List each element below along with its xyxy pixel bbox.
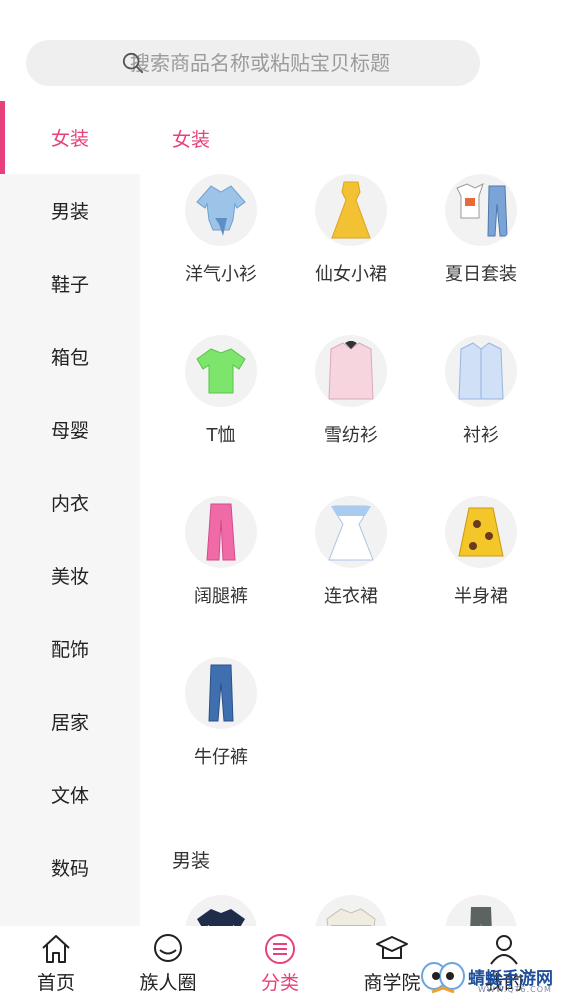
nav-home[interactable]: 首页 — [0, 926, 112, 999]
category-label: 夏日套装 — [445, 264, 517, 285]
nav-label: 首页 — [36, 972, 75, 994]
category-item[interactable]: 阔腿裤 — [166, 496, 276, 608]
category-content: 女装 洋气小衫 仙女小裙 夏日套装 T恤 雪纺衫 衬衫 阔腿裤 连衣裙 半身裙 … — [140, 101, 562, 926]
sidebar-item-beauty[interactable]: 美妆 — [0, 539, 140, 612]
nav-community[interactable]: 族人圈 — [112, 926, 224, 999]
category-label: 阔腿裤 — [194, 586, 248, 607]
sidebar-item-baby[interactable]: 母婴 — [0, 393, 140, 466]
outfit-icon — [445, 174, 517, 246]
category-item[interactable] — [166, 895, 276, 926]
category-label: 衬衫 — [463, 425, 499, 446]
sidebar-item-underwear[interactable]: 内衣 — [0, 466, 140, 539]
sidebar-item-label: 文体 — [50, 785, 89, 807]
category-item[interactable] — [426, 895, 536, 926]
sidebar-item-shoes[interactable]: 鞋子 — [0, 247, 140, 320]
category-label: 牛仔裤 — [194, 747, 248, 768]
sidebar-item-bags[interactable]: 箱包 — [0, 320, 140, 393]
sidebar-item-label: 配饰 — [50, 639, 89, 661]
sidebar-item-women[interactable]: 女装 — [0, 101, 140, 174]
category-label: 半身裙 — [454, 586, 508, 607]
home-icon — [42, 935, 70, 963]
sidebar-item-label: 母婴 — [50, 420, 89, 442]
sidebar-item-digital[interactable]: 数码 — [0, 831, 140, 904]
category-item[interactable]: 半身裙 — [426, 496, 536, 608]
category-item[interactable]: 衬衫 — [426, 335, 536, 447]
category-label: T恤 — [206, 425, 236, 446]
nav-label: 商学院 — [363, 972, 421, 994]
sidebar-item-sports[interactable]: 文体 — [0, 758, 140, 831]
sweater-icon — [315, 895, 387, 926]
watermark: 蜻蜓手游网 WWW.QT6.COM — [418, 956, 562, 999]
pants-icon — [445, 895, 517, 926]
category-sidebar: 女装 男装 鞋子 箱包 母婴 内衣 美妆 配饰 居家 文体 数码 — [0, 101, 140, 926]
category-item[interactable]: 牛仔裤 — [166, 657, 276, 769]
sidebar-item-label: 内衣 — [50, 493, 89, 515]
section-title: 女装 — [172, 129, 211, 151]
watermark-subtext: WWW.QT6.COM — [478, 985, 552, 994]
blouse-icon — [185, 174, 257, 246]
tshirt-icon — [185, 895, 257, 926]
dress-icon — [315, 174, 387, 246]
sidebar-item-men[interactable]: 男装 — [0, 174, 140, 247]
jeans-icon — [185, 657, 257, 729]
sidebar-item-label: 鞋子 — [50, 274, 89, 296]
search-bar[interactable] — [26, 40, 480, 86]
category-item[interactable]: 仙女小裙 — [296, 174, 406, 286]
tshirt-icon — [185, 335, 257, 407]
nav-category[interactable]: 分类 — [224, 926, 336, 999]
category-label: 雪纺衫 — [324, 425, 378, 446]
section-title: 男装 — [172, 850, 211, 872]
category-item[interactable] — [296, 895, 406, 926]
sidebar-item-accessories[interactable]: 配饰 — [0, 612, 140, 685]
one-piece-dress-icon — [315, 496, 387, 568]
shirt-icon — [445, 335, 517, 407]
chat-bubble-icon — [154, 934, 182, 962]
sidebar-item-label: 男装 — [50, 201, 89, 223]
sidebar-item-label: 居家 — [50, 712, 89, 734]
sidebar-item-home[interactable]: 居家 — [0, 685, 140, 758]
search-icon — [122, 52, 144, 74]
sidebar-item-label: 美妆 — [50, 566, 89, 588]
category-label: 洋气小衫 — [185, 264, 257, 285]
wide-pants-icon — [185, 496, 257, 568]
category-item[interactable]: 夏日套装 — [426, 174, 536, 286]
category-label: 连衣裙 — [324, 586, 378, 607]
dragonfly-logo — [421, 962, 465, 994]
category-item[interactable]: 雪纺衫 — [296, 335, 406, 447]
search-input[interactable] — [130, 51, 470, 75]
nav-label: 分类 — [260, 972, 299, 994]
skirt-icon — [445, 496, 517, 568]
category-item[interactable]: 洋气小衫 — [166, 174, 276, 286]
category-item[interactable]: 连衣裙 — [296, 496, 406, 608]
chiffon-shirt-icon — [315, 335, 387, 407]
sidebar-item-label: 数码 — [50, 858, 89, 880]
category-item[interactable]: T恤 — [166, 335, 276, 447]
category-label: 仙女小裙 — [315, 264, 387, 285]
sidebar-item-label: 女装 — [50, 128, 89, 150]
graduation-cap-icon — [376, 936, 408, 959]
category-icon — [265, 934, 295, 964]
nav-label: 族人圈 — [139, 972, 197, 994]
sidebar-item-label: 箱包 — [50, 347, 89, 369]
